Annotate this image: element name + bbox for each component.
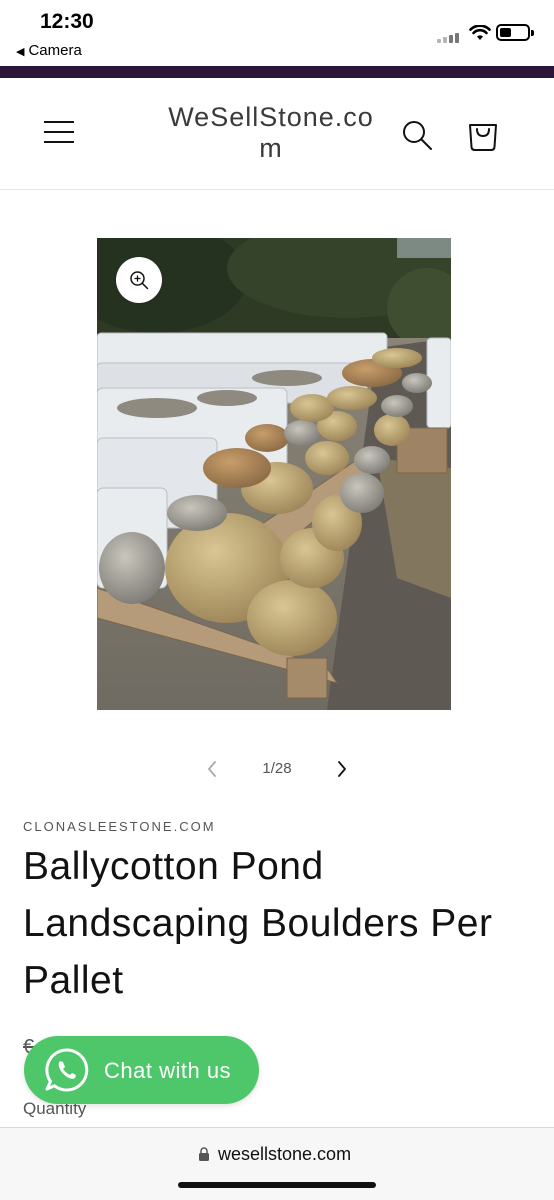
chevron-right-icon[interactable] <box>330 756 354 782</box>
whatsapp-icon <box>45 1048 89 1092</box>
battery-icon <box>496 24 534 41</box>
status-bar: 12:30 ◀ Camera <box>0 0 554 66</box>
lock-icon <box>199 1147 209 1161</box>
product-title: Ballycotton Pond Landscaping Boulders Pe… <box>23 845 493 1002</box>
cart-icon[interactable] <box>466 116 500 152</box>
status-time: 12:30 <box>40 10 94 33</box>
back-triangle-icon: ◀ <box>16 46 25 58</box>
back-label: Camera <box>28 42 82 59</box>
whatsapp-chat-button[interactable]: Chat with us <box>24 1036 259 1104</box>
site-logo[interactable]: WeSellStone.com <box>165 102 377 164</box>
announcement-band <box>0 66 554 78</box>
chevron-left-icon[interactable] <box>200 756 224 782</box>
chat-label: Chat with us <box>104 1058 232 1083</box>
zoom-in-icon <box>130 271 149 290</box>
url-text: wesellstone.com <box>218 1144 352 1164</box>
boulders-photo <box>97 238 451 710</box>
cellular-signal-icon <box>437 33 461 43</box>
browser-url-bar[interactable]: wesellstone.com <box>0 1127 554 1200</box>
product-image[interactable] <box>97 238 451 710</box>
back-to-camera-link[interactable]: ◀ Camera <box>16 42 82 59</box>
site-header: WeSellStone.com <box>0 78 554 190</box>
slider-controls: 1/28 <box>190 752 364 786</box>
product-vendor: CLONASLEESTONE.COM <box>23 819 216 834</box>
home-indicator <box>178 1182 376 1188</box>
search-icon[interactable] <box>400 118 434 152</box>
zoom-button[interactable] <box>116 257 162 303</box>
wifi-icon <box>469 25 491 40</box>
menu-icon[interactable] <box>44 118 74 146</box>
slide-counter: 1/28 <box>262 760 292 777</box>
